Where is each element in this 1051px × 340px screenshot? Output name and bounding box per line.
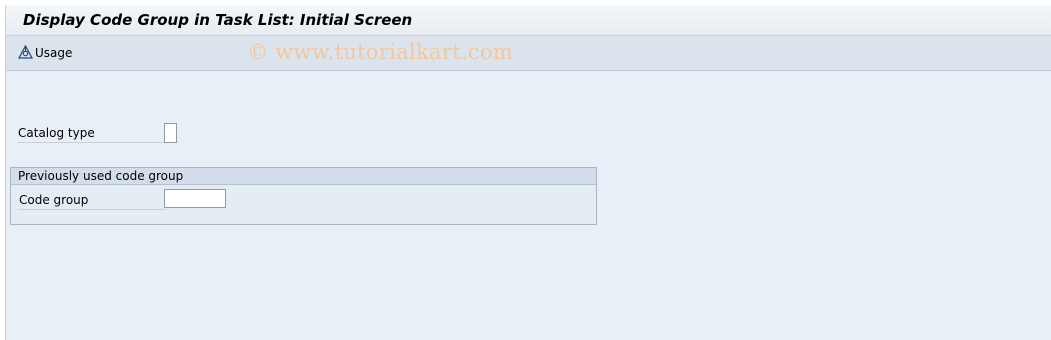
catalog-type-label: Catalog type xyxy=(18,125,164,143)
group-title: Previously used code group xyxy=(18,169,184,183)
usage-button[interactable]: Usage xyxy=(17,44,73,62)
catalog-type-field[interactable] xyxy=(164,123,177,143)
main-window: Display Code Group in Task List: Initial… xyxy=(5,5,1051,340)
usage-icon xyxy=(17,44,35,62)
usage-label: Usage xyxy=(35,46,73,60)
watermark: © www.tutorialkart.com xyxy=(247,40,514,64)
title-bar: Display Code Group in Task List: Initial… xyxy=(6,5,1051,36)
group-header: Previously used code group xyxy=(11,168,596,185)
code-group-field[interactable] xyxy=(164,189,226,208)
page-title: Display Code Group in Task List: Initial… xyxy=(23,11,413,29)
application-toolbar: Usage © www.tutorialkart.com xyxy=(6,36,1051,71)
code-group-label: Code group xyxy=(19,192,165,210)
previously-used-group: Previously used code group Code group xyxy=(10,167,597,225)
